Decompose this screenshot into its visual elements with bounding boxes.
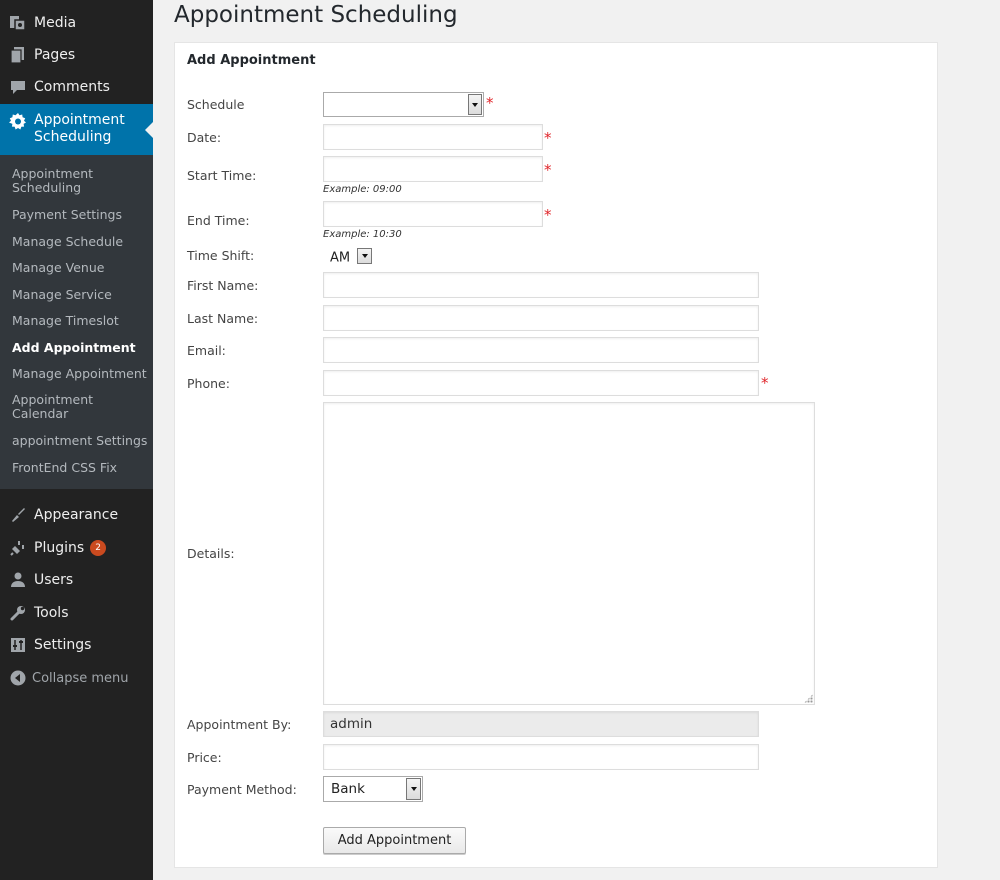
user-icon	[9, 571, 27, 589]
submenu-item-appointment-scheduling[interactable]: Appointment Scheduling	[12, 167, 112, 195]
plug-icon	[9, 539, 27, 557]
first-name-label: First Name:	[187, 278, 259, 293]
current-menu-arrow	[145, 121, 153, 138]
time-shift-select-value: AM	[330, 250, 351, 266]
menu-item-tools[interactable]: Tools	[0, 602, 153, 624]
menu-item-appearance[interactable]: Appearance	[0, 504, 153, 526]
menu-label-appearance: Appearance	[34, 507, 119, 523]
end-time-required-mark: *	[544, 206, 552, 224]
start-time-input[interactable]	[323, 156, 543, 182]
appointment-submenu: Appointment Scheduling Payment Settings …	[0, 155, 153, 489]
details-textarea-wrapper	[323, 402, 815, 705]
date-required-mark: *	[544, 129, 552, 147]
schedule-select[interactable]	[323, 92, 484, 117]
menu-label-pages: Pages	[34, 47, 76, 63]
collapse-menu-label: Collapse menu	[32, 670, 129, 686]
phone-required-mark: *	[761, 374, 769, 392]
menu-item-pages[interactable]: Pages	[0, 44, 153, 66]
collapse-arrow-icon	[9, 669, 27, 687]
appointment-by-label: Appointment By:	[187, 717, 292, 732]
menu-label-appointment-scheduling: Appointment Scheduling	[34, 112, 125, 145]
payment-method-label: Payment Method:	[187, 782, 297, 797]
comments-icon	[9, 78, 27, 96]
gear-icon	[9, 113, 27, 131]
email-input[interactable]	[323, 337, 759, 363]
chevron-down-icon	[468, 94, 482, 115]
date-label: Date:	[187, 130, 222, 145]
schedule-label: Schedule	[187, 97, 245, 112]
submenu-item-manage-timeslot[interactable]: Manage Timeslot	[12, 314, 150, 328]
admin-sidebar: Media Pages Comments Appointment Schedul…	[0, 0, 153, 880]
last-name-input[interactable]	[323, 305, 759, 331]
menu-item-appointment-scheduling[interactable]: Appointment Scheduling	[0, 104, 153, 155]
submenu-item-manage-service[interactable]: Manage Service	[12, 288, 150, 302]
pages-icon	[9, 46, 27, 64]
start-time-label: Start Time:	[187, 168, 257, 183]
page-title: Appointment Scheduling	[174, 2, 458, 28]
email-label: Email:	[187, 343, 226, 358]
phone-label: Phone:	[187, 376, 230, 391]
menu-item-users[interactable]: Users	[0, 569, 153, 591]
wrench-icon	[9, 604, 27, 622]
last-name-label: Last Name:	[187, 311, 259, 326]
paintbrush-icon	[9, 506, 27, 524]
plugins-update-badge: 2	[90, 540, 107, 556]
chevron-down-icon	[357, 248, 372, 264]
submenu-item-manage-venue[interactable]: Manage Venue	[12, 261, 150, 275]
menu-label-users: Users	[34, 572, 74, 588]
submenu-item-manage-schedule[interactable]: Manage Schedule	[12, 235, 150, 249]
collapse-menu-button[interactable]: Collapse menu	[0, 667, 153, 689]
time-shift-label: Time Shift:	[187, 248, 255, 263]
start-time-required-mark: *	[544, 161, 552, 179]
phone-input[interactable]	[323, 370, 759, 396]
date-input[interactable]	[323, 124, 543, 150]
payment-method-select-value: Bank	[331, 781, 365, 797]
first-name-input[interactable]	[323, 272, 759, 298]
menu-item-media[interactable]: Media	[0, 12, 153, 34]
start-time-hint: Example: 09:00	[323, 184, 402, 195]
submenu-item-manage-appointment[interactable]: Manage Appointment	[12, 367, 150, 381]
add-appointment-button[interactable]: Add Appointment	[323, 827, 466, 854]
menu-item-settings[interactable]: Settings	[0, 634, 153, 656]
schedule-required-mark: *	[486, 94, 494, 112]
menu-label-settings: Settings	[34, 637, 92, 653]
details-textarea[interactable]	[323, 402, 815, 705]
appointment-by-input	[323, 711, 759, 737]
end-time-input[interactable]	[323, 201, 543, 227]
price-label: Price:	[187, 750, 222, 765]
menu-item-plugins[interactable]: Plugins 2	[0, 537, 153, 559]
payment-method-select[interactable]: Bank	[323, 776, 423, 802]
submenu-item-payment-settings[interactable]: Payment Settings	[12, 208, 150, 222]
submenu-item-frontend-css-fix[interactable]: FrontEnd CSS Fix	[12, 461, 150, 475]
price-input[interactable]	[323, 744, 759, 770]
menu-item-comments[interactable]: Comments	[0, 76, 153, 98]
menu-label-comments: Comments	[34, 79, 110, 95]
menu-label-plugins: Plugins 2	[34, 540, 107, 556]
details-label: Details:	[187, 546, 235, 561]
media-icon	[9, 14, 27, 32]
menu-label-media: Media	[34, 15, 77, 31]
panel-title: Add Appointment	[187, 53, 316, 68]
submenu-item-add-appointment[interactable]: Add Appointment	[12, 341, 150, 355]
chevron-down-icon	[406, 778, 421, 800]
sliders-icon	[9, 636, 27, 654]
submenu-item-appointment-calendar[interactable]: Appointment Calendar	[12, 393, 112, 421]
plugins-label-text: Plugins	[34, 540, 85, 556]
time-shift-select[interactable]: AM	[323, 247, 373, 267]
end-time-label: End Time:	[187, 213, 250, 228]
end-time-hint: Example: 10:30	[323, 229, 402, 240]
submenu-item-appointment-settings[interactable]: appointment Settings	[12, 434, 150, 448]
menu-label-tools: Tools	[34, 605, 69, 621]
